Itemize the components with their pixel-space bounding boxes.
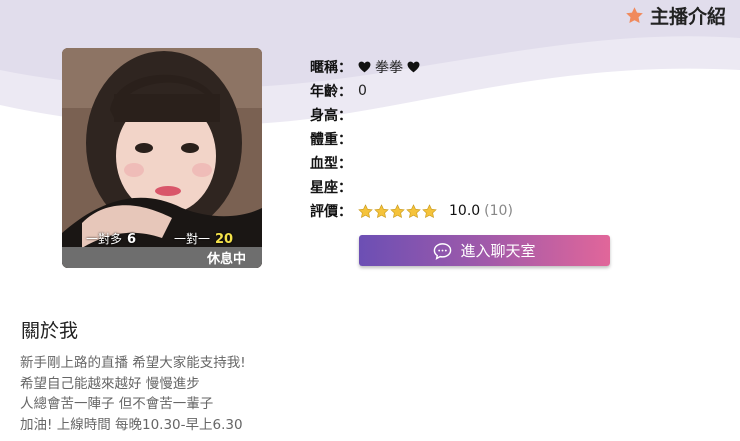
status-text: 休息中 — [206, 252, 246, 267]
zodiac-row: 星座： — [310, 175, 513, 199]
about-me-text: 新手剛上路的直播 希望大家能支持我! 希望自己能越來越好 慢慢進步 人總會苦一陣… — [20, 353, 246, 435]
rating-stars — [358, 203, 437, 219]
blood-type-label: 血型： — [310, 156, 352, 172]
about-line: 人總會苦一陣子 但不會苦一輩子 — [20, 396, 214, 412]
page-header: 主播介紹 — [625, 2, 726, 28]
about-line: 加油! 上線時間 每晚10.30-早上6.30 — [20, 416, 243, 433]
chat-bubble-icon — [434, 242, 452, 260]
one-to-many-stat: 一對多 6 — [86, 230, 136, 247]
zodiac-label: 星座： — [310, 180, 352, 196]
about-line: 新手剛上路的直播 希望大家能支持我! — [20, 355, 246, 371]
profile-info: 暱稱： 拳拳 年齡： 0 身高： 體重： 血型： 星座： 評價： 10.0 (10… — [310, 55, 513, 223]
rating-label: 評價： — [310, 204, 352, 220]
rating-row: 評價： 10.0 (10) — [310, 199, 513, 223]
nickname-row: 暱稱： 拳拳 — [310, 55, 513, 79]
stat-label: 一對多 — [86, 232, 123, 246]
enter-chat-room-button[interactable]: 進入聊天室 — [359, 235, 610, 266]
enter-chat-room-label: 進入聊天室 — [460, 242, 536, 260]
status-badge: 休息中 — [62, 247, 262, 268]
nickname-value-wrap: 拳拳 — [358, 57, 420, 77]
star-icon — [626, 6, 643, 23]
nickname-value: 拳拳 — [375, 60, 403, 76]
page-title: 主播介紹 — [649, 5, 726, 28]
rating-score: 10.0 — [449, 203, 481, 219]
rating-value: 10.0 (10) — [358, 203, 513, 219]
weight-label: 體重： — [310, 132, 352, 148]
height-row: 身高： — [310, 103, 513, 127]
nickname-label: 暱稱： — [310, 60, 352, 76]
heart-icon — [407, 61, 420, 73]
rating-count: (10) — [484, 203, 513, 219]
rating-star-icon — [374, 203, 389, 218]
age-label: 年齡： — [310, 84, 352, 100]
weight-row: 體重： — [310, 127, 513, 151]
about-line: 希望自己能越來越好 慢慢進步 — [20, 375, 200, 392]
age-value: 0 — [358, 83, 367, 99]
rating-star-icon — [358, 203, 373, 218]
stat-value: 20 — [215, 232, 234, 247]
stat-value: 6 — [127, 232, 137, 247]
rating-star-icon — [406, 203, 421, 218]
heart-icon — [358, 61, 371, 73]
height-label: 身高： — [310, 108, 352, 124]
one-to-one-stat: 一對一 20 — [174, 230, 233, 247]
stat-label: 一對一 — [174, 232, 211, 246]
rating-star-icon — [390, 203, 405, 218]
blood-type-row: 血型： — [310, 151, 513, 175]
rating-star-icon — [422, 203, 437, 218]
age-row: 年齡： 0 — [310, 79, 513, 103]
profile-photo-card[interactable]: 一對多 6 一對一 20 休息中 — [62, 48, 262, 268]
about-me-title: 關於我 — [21, 320, 79, 342]
